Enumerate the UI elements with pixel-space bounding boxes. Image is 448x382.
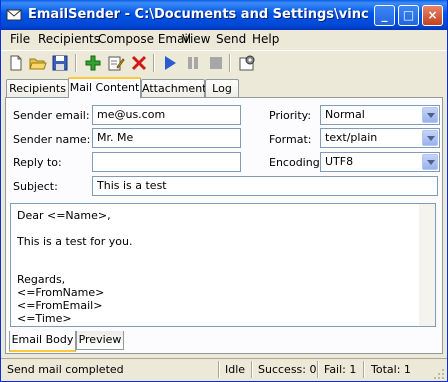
sender-email-field[interactable]: me@us.com [92, 105, 241, 125]
add-icon[interactable] [84, 54, 102, 72]
sender-name-label: Sender name: [13, 133, 91, 146]
vertical-scrollbar[interactable] [419, 204, 435, 326]
chevron-down-icon[interactable] [422, 107, 438, 123]
play-icon[interactable] [161, 54, 179, 72]
tab-email-body[interactable]: Email Body [9, 331, 76, 352]
status-separator [363, 361, 365, 378]
reply-to-label: Reply to: [13, 156, 62, 169]
encoding-select[interactable]: UTF8 [320, 152, 440, 172]
body-line: This is a test for you. [17, 235, 133, 248]
status-separator [251, 361, 253, 378]
priority-value: Normal [325, 108, 365, 121]
status-bar: Send mail completed Idle Success: 0 Fail… [1, 358, 447, 382]
body-line: Dear <=Name>, [17, 209, 111, 222]
app-envelope-icon [6, 9, 22, 21]
menu-view[interactable]: View [182, 32, 210, 46]
title-bar[interactable]: EmailSender - C:\Documents and Settings\… [1, 0, 447, 30]
menu-send[interactable]: Send [216, 32, 246, 46]
status-fail: Fail: 1 [324, 363, 357, 376]
tab-preview[interactable]: Preview [76, 331, 124, 350]
tab-mail-content[interactable]: Mail Content [68, 77, 141, 98]
tab-attachment[interactable]: Attachment [141, 79, 207, 98]
status-separator [218, 361, 220, 378]
status-message: Send mail completed [7, 363, 124, 376]
pause-icon[interactable] [184, 54, 202, 72]
email-body-textarea[interactable]: Dear <=Name>, This is a test for you. Re… [10, 203, 436, 327]
tab-recipients[interactable]: Recipients [6, 79, 69, 98]
sender-email-label: Sender email: [13, 109, 90, 122]
priority-select[interactable]: Normal [320, 105, 440, 125]
status-state: Idle [225, 363, 246, 376]
toolbar-separator [229, 54, 231, 72]
body-line: <=FromName> [17, 286, 105, 299]
format-select[interactable]: text/plain [320, 128, 440, 148]
format-label: Format: [269, 133, 312, 146]
toolbar-separator [75, 54, 77, 72]
chevron-down-icon[interactable] [422, 130, 438, 146]
subject-label: Subject: [13, 180, 58, 193]
tab-log[interactable]: Log [205, 79, 239, 98]
toolbar-separator [153, 54, 155, 72]
subject-field[interactable]: This is a test [92, 176, 438, 196]
menu-help[interactable]: Help [252, 32, 279, 46]
new-icon[interactable] [7, 54, 25, 72]
minimize-button[interactable]: _ [374, 5, 395, 26]
status-success: Success: 0 [258, 363, 317, 376]
reply-to-field[interactable] [92, 152, 241, 172]
menu-file[interactable]: File [10, 32, 30, 46]
settings-icon[interactable] [238, 54, 256, 72]
encoding-value: UTF8 [325, 155, 354, 168]
body-line: Regards, [17, 273, 66, 286]
status-separator [317, 361, 319, 378]
priority-label: Priority: [269, 109, 312, 122]
window-title: EmailSender - C:\Documents and Settings\… [28, 7, 368, 22]
chevron-down-icon[interactable] [422, 154, 438, 170]
edit-icon[interactable] [107, 54, 125, 72]
maximize-button[interactable]: □ [398, 5, 419, 26]
main-window: EmailSender - C:\Documents and Settings\… [0, 0, 448, 382]
open-icon[interactable] [29, 54, 47, 72]
status-total: Total: 1 [371, 363, 411, 376]
delete-icon[interactable] [130, 54, 148, 72]
toolbar [1, 50, 447, 75]
encoding-label: Encoding: [269, 156, 324, 169]
stop-icon[interactable] [207, 54, 225, 72]
save-icon[interactable] [51, 54, 69, 72]
body-line: <=Time> [17, 312, 72, 325]
close-button[interactable]: × [422, 5, 443, 26]
body-line: <=FromEmail> [17, 299, 103, 312]
format-value: text/plain [325, 131, 378, 144]
menu-bar: File Recipients Compose Email View Send … [1, 30, 447, 49]
resize-grip-icon[interactable] [433, 368, 445, 380]
menu-compose-email[interactable]: Compose Email [98, 32, 191, 46]
menu-recipients[interactable]: Recipients [38, 32, 100, 46]
sender-name-field[interactable]: Mr. Me [92, 128, 241, 148]
